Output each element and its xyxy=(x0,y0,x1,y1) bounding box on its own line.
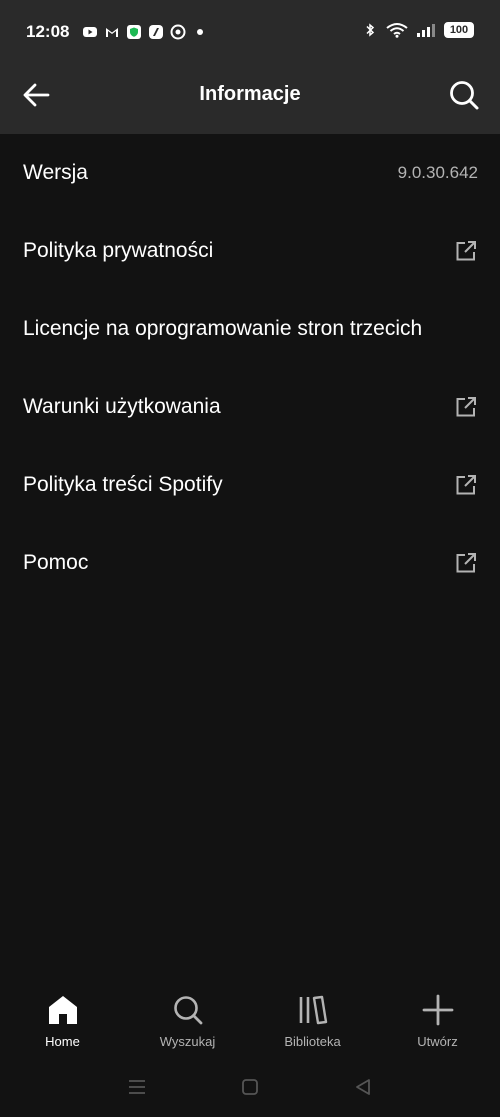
list-item-terms-of-use[interactable]: Warunki użytkowania xyxy=(0,368,500,446)
status-bar: 12:08 100 xyxy=(0,0,500,56)
nav-library[interactable]: Biblioteka xyxy=(250,985,375,1057)
search-icon xyxy=(173,996,202,1025)
battery-icon: 100 xyxy=(444,22,474,38)
nav-label: Wyszukaj xyxy=(159,1034,216,1049)
list-item-help[interactable]: Pomoc xyxy=(0,524,500,602)
vpn-shield-icon xyxy=(127,25,141,39)
youtube-icon xyxy=(83,27,97,37)
app-icon xyxy=(149,25,163,39)
signal-icon xyxy=(417,24,435,37)
dot-icon xyxy=(197,29,203,35)
back-triangle-icon xyxy=(356,1079,371,1095)
nav-label: Home xyxy=(45,1034,80,1049)
list-item-label: Wersja xyxy=(23,161,88,184)
list-item-label: Polityka prywatności xyxy=(23,239,214,262)
library-icon xyxy=(299,995,327,1025)
list-item-privacy-policy[interactable]: Polityka prywatności xyxy=(0,212,500,290)
bottom-navigation: Home Wyszukaj Biblioteka Utwórz xyxy=(0,985,500,1057)
version-value: 9.0.30.642 xyxy=(397,163,478,182)
list-item-version: Wersja 9.0.30.642 xyxy=(0,134,500,212)
search-button[interactable] xyxy=(446,77,482,113)
wifi-icon xyxy=(386,23,408,38)
nav-home[interactable]: Home xyxy=(0,985,125,1057)
nav-search[interactable]: Wyszukaj xyxy=(125,985,250,1057)
status-time: 12:08 xyxy=(26,22,70,41)
external-link-icon xyxy=(456,241,476,261)
gmail-icon xyxy=(106,28,118,37)
home-system-button[interactable] xyxy=(230,1067,270,1107)
bluetooth-icon xyxy=(366,23,375,37)
system-status-icons: 100 xyxy=(362,22,474,38)
menu-icon xyxy=(128,1080,145,1094)
nav-label: Biblioteka xyxy=(284,1034,341,1049)
list-item-label: Licencje na oprogramowanie stron trzecic… xyxy=(23,317,423,340)
plus-icon xyxy=(422,994,453,1026)
chrome-icon xyxy=(170,24,186,40)
notification-icons xyxy=(82,24,208,40)
list-item-third-party-licenses[interactable]: Licencje na oprogramowanie stron trzecic… xyxy=(0,290,500,368)
list-item-content-policy[interactable]: Polityka treści Spotify xyxy=(0,446,500,524)
list-item-label: Pomoc xyxy=(23,551,89,574)
external-link-icon xyxy=(456,553,476,573)
back-system-button[interactable] xyxy=(343,1067,383,1107)
home-icon xyxy=(48,996,77,1024)
nav-create[interactable]: Utwórz xyxy=(375,985,500,1057)
battery-level: 100 xyxy=(449,24,469,36)
list-item-label: Polityka treści Spotify xyxy=(23,473,223,496)
page-title: Informacje xyxy=(199,83,301,105)
top-app-bar: Informacje xyxy=(0,56,500,134)
home-square-icon xyxy=(242,1079,258,1095)
external-link-icon xyxy=(456,475,476,495)
recent-apps-button[interactable] xyxy=(117,1067,157,1107)
external-link-icon xyxy=(456,397,476,417)
system-navigation-bar xyxy=(0,1057,500,1117)
nav-label: Utwórz xyxy=(417,1034,458,1049)
info-list: Wersja 9.0.30.642 Polityka prywatności L… xyxy=(0,134,500,602)
list-item-label: Warunki użytkowania xyxy=(23,395,221,418)
search-icon xyxy=(450,81,479,110)
